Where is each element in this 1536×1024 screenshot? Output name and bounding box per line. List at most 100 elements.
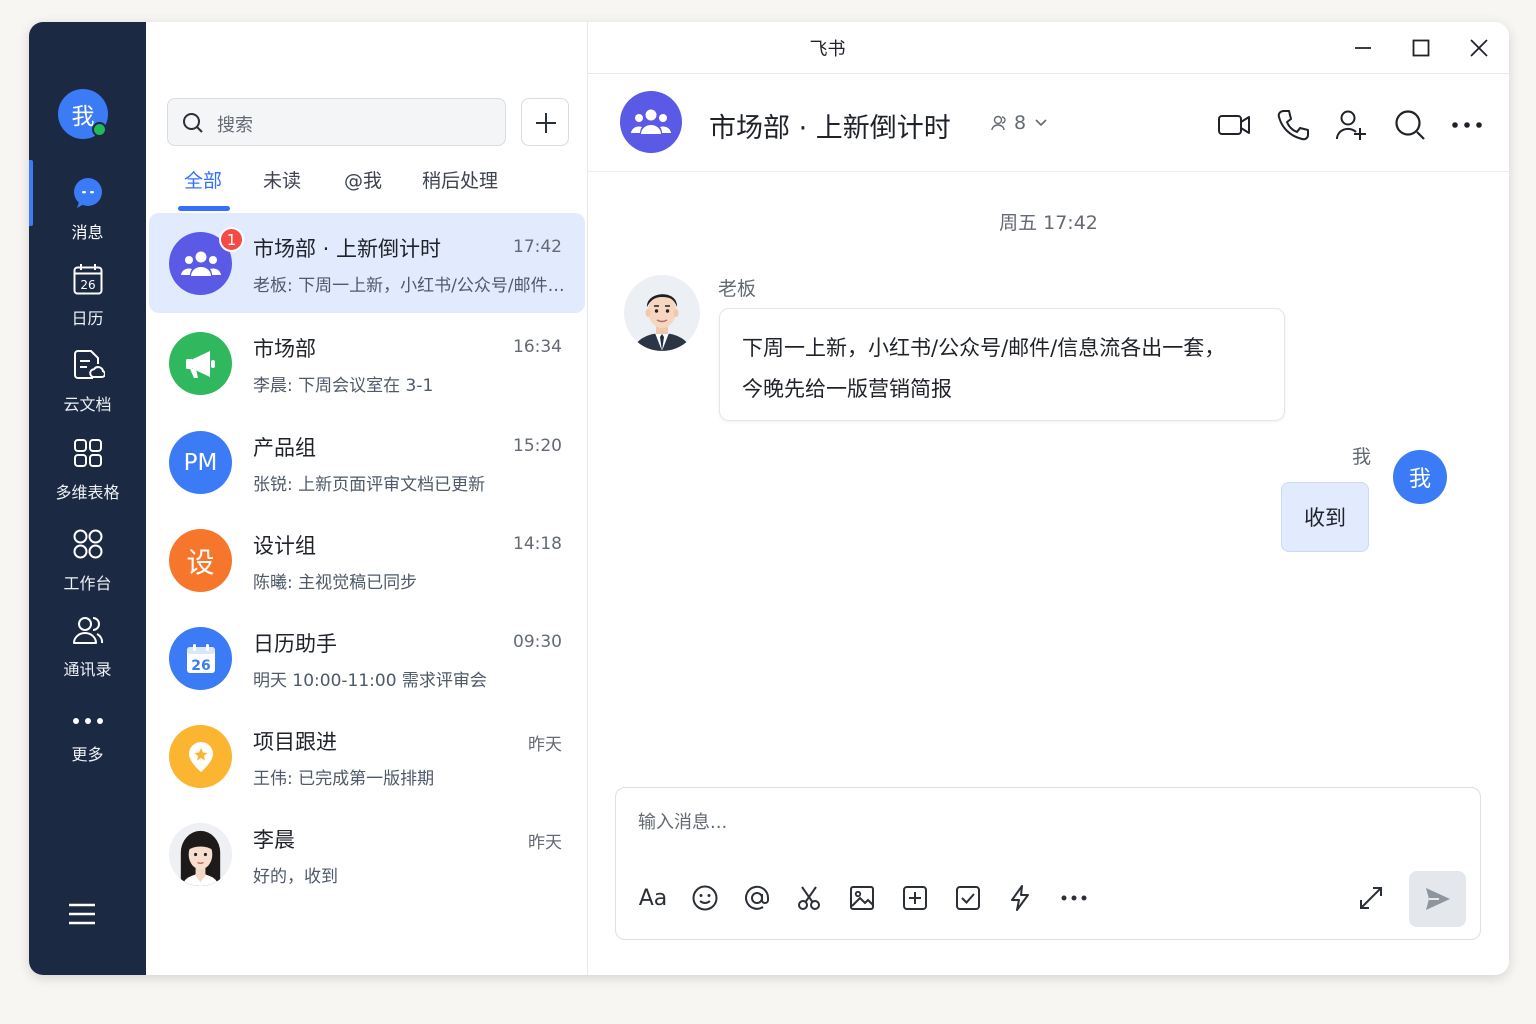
tab-all[interactable]: 全部 [184, 166, 222, 193]
online-status-dot [92, 122, 107, 137]
chat-preview: 陈曦: 主视觉稿已同步 [253, 573, 418, 593]
cloud-doc-icon [73, 350, 105, 379]
chat-name: 李晨 [253, 828, 295, 852]
message-bubble-icon [73, 178, 102, 208]
chat-name: 日历助手 [253, 632, 337, 656]
message-bubble-sent[interactable]: 收到 [1281, 482, 1369, 552]
insert-plus-icon[interactable] [900, 883, 930, 913]
emoji-icon[interactable] [690, 883, 720, 913]
chat-preview: 老板: 下周一上新，小红书/公众号/邮件/... [253, 276, 569, 296]
nav-item-base[interactable]: 多维表格 [29, 436, 146, 516]
mention-icon[interactable] [742, 883, 772, 913]
chat-time: 昨天 [528, 735, 562, 755]
send-icon [1426, 888, 1450, 910]
more-options-icon[interactable] [1450, 108, 1484, 142]
nav-item-label: 工作台 [63, 574, 112, 593]
plus-icon [536, 113, 556, 133]
nav-item-label: 更多 [71, 745, 104, 764]
expand-icon[interactable] [1356, 883, 1386, 913]
chat-preview: 张锐: 上新页面评审文档已更新 [253, 475, 486, 495]
chat-avatar [169, 823, 232, 886]
composer-placeholder: 输入消息... [638, 812, 728, 833]
message-composer[interactable]: 输入消息... Aa [615, 787, 1481, 940]
chat-item-market[interactable]: 市场部 16:34 李晨: 下周会议室在 3-1 [149, 313, 585, 413]
member-icon [991, 115, 1006, 131]
member-count: 8 [1014, 112, 1027, 134]
conversation-header: 市场部 · 上新倒计时 8 [588, 74, 1509, 172]
nav-item-docs[interactable]: 云文档 [29, 348, 146, 428]
chat-time: 14:18 [513, 534, 562, 554]
calendar-day: 26 [191, 658, 210, 674]
day-timestamp: 周五 17:42 [999, 212, 1098, 234]
chat-preview: 王伟: 已完成第一版排期 [253, 769, 435, 789]
chat-name: 设计组 [253, 534, 316, 558]
chat-item-product[interactable]: PM 产品组 15:20 张锐: 上新页面评审文档已更新 [149, 412, 585, 512]
close-icon[interactable] [1469, 38, 1489, 58]
unread-badge: 1 [219, 227, 244, 252]
avatar-text: PM [183, 449, 218, 476]
chevron-down-icon [1035, 119, 1047, 127]
text-format-button[interactable]: Aa [638, 883, 668, 913]
nav-item-more[interactable]: 更多 [29, 698, 146, 778]
nav-rail: 我 消息 26 日历 云文档 多维表格 工作台 通讯录 更多 [29, 22, 146, 975]
scissors-icon[interactable] [794, 883, 824, 913]
chat-time: 16:34 [513, 337, 562, 357]
chat-time: 17:42 [513, 237, 562, 257]
chat-item-calendar-bot[interactable]: 26 日历助手 09:30 明天 10:00-11:00 需求评审会 [149, 608, 585, 708]
calendar-icon: 26 [73, 264, 102, 295]
search-input[interactable]: 搜索 [167, 98, 506, 146]
avatar-text: 设 [186, 545, 215, 579]
tab-later[interactable]: 稍后处理 [422, 166, 498, 193]
chat-name: 项目跟进 [253, 730, 337, 754]
chat-item-project[interactable]: 项目跟进 昨天 王伟: 已完成第一版排期 [149, 706, 585, 806]
message-line: 下周一上新，小红书/公众号/邮件/信息流各出一套， [742, 336, 1226, 360]
nav-item-label: 多维表格 [55, 483, 120, 502]
member-count-button[interactable]: 8 [990, 112, 1048, 134]
video-call-icon[interactable] [1217, 108, 1251, 142]
sender-name: 老板 [718, 278, 757, 300]
task-checkbox-icon[interactable] [953, 883, 983, 913]
nav-item-messages[interactable]: 消息 [29, 160, 146, 256]
chat-list-pane: 搜索 全部 未读 @我 稍后处理 1 市场部 · 上新倒计时 17:42 老板:… [146, 22, 588, 975]
sender-avatar[interactable] [624, 275, 700, 351]
more-tools-icon[interactable] [1059, 883, 1089, 913]
self-message-avatar[interactable]: 我 [1393, 450, 1447, 504]
chat-name: 产品组 [253, 436, 316, 460]
chat-time: 09:30 [513, 632, 562, 652]
message-bubble-received[interactable]: 下周一上新，小红书/公众号/邮件/信息流各出一套， 今晚先给一版营销简报 [719, 308, 1285, 421]
search-icon [183, 113, 203, 133]
nav-item-calendar[interactable]: 26 日历 [29, 262, 146, 342]
workplace-grid-icon [73, 529, 102, 559]
tab-mentions[interactable]: @我 [344, 166, 382, 193]
group-people-icon [180, 251, 221, 276]
conversation-avatar[interactable] [620, 91, 682, 153]
woman-portrait [169, 823, 232, 886]
chat-time: 昨天 [528, 833, 562, 853]
new-chat-button[interactable] [521, 98, 569, 146]
search-icon[interactable] [1393, 108, 1427, 142]
chat-item-design[interactable]: 设 设计组 14:18 陈曦: 主视觉稿已同步 [149, 510, 585, 610]
chat-avatar: PM [169, 431, 232, 494]
phone-call-icon[interactable] [1276, 108, 1310, 142]
chat-avatar [169, 725, 232, 788]
chat-avatar: 设 [169, 529, 232, 592]
base-table-icon [73, 439, 102, 467]
hamburger-menu-icon[interactable] [68, 902, 96, 926]
nav-item-workplace[interactable]: 工作台 [29, 527, 146, 607]
add-member-icon[interactable] [1334, 108, 1368, 142]
message-text: 收到 [1304, 506, 1346, 530]
nav-item-label: 通讯录 [63, 660, 112, 679]
maximize-icon[interactable] [1411, 38, 1431, 58]
chat-preview: 李晨: 下周会议室在 3-1 [253, 376, 434, 396]
lightning-icon[interactable] [1005, 883, 1035, 913]
minimize-icon[interactable] [1353, 38, 1373, 58]
image-icon[interactable] [847, 883, 877, 913]
self-avatar-text: 我 [1408, 467, 1431, 492]
tab-unread[interactable]: 未读 [263, 166, 301, 193]
send-button[interactable] [1409, 871, 1466, 927]
message-line: 今晚先给一版营销简报 [742, 377, 952, 401]
chat-item-li-chen[interactable]: 李晨 昨天 好的，收到 [149, 804, 585, 904]
active-tab-indicator [178, 206, 230, 211]
chat-item-market-launch[interactable]: 1 市场部 · 上新倒计时 17:42 老板: 下周一上新，小红书/公众号/邮件… [149, 213, 585, 313]
nav-item-contacts[interactable]: 通讯录 [29, 613, 146, 693]
